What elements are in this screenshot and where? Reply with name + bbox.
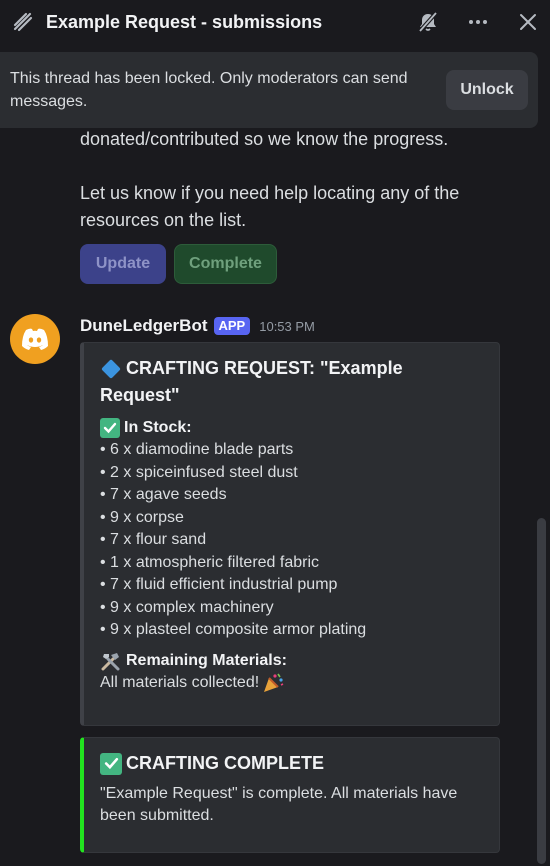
crafting-complete-embed: CRAFTING COMPLETE "Example Request" is c… — [80, 737, 500, 853]
in-stock-list: • 6 x diamodine blade parts • 2 x spicei… — [100, 439, 483, 642]
thread-title: Example Request - submissions — [46, 11, 323, 32]
list-item: • 7 x agave seeds — [100, 486, 227, 503]
list-item: • 9 x corpse — [100, 508, 184, 526]
embed-title: CRAFTING REQUEST: "Example Request" — [100, 355, 483, 409]
crafting-request-embed: CRAFTING REQUEST: "Example Request" In S… — [80, 342, 500, 726]
remaining-materials-label: Remaining Materials: — [126, 651, 287, 669]
party-popper-icon — [261, 672, 285, 694]
previous-message-line: Let us know if you need help locating an… — [80, 183, 460, 230]
embed-description: "Example Request" is complete. All mater… — [100, 785, 458, 824]
embed-title: CRAFTING COMPLETE — [100, 750, 483, 777]
complete-button[interactable]: Complete — [174, 244, 277, 284]
list-item: • 1 x atmospheric filtered fabric — [100, 553, 320, 571]
tools-icon — [100, 651, 122, 671]
avatar[interactable] — [10, 314, 60, 364]
timestamp: 10:53 PM — [259, 318, 315, 334]
remaining-materials-value: All materials collected! — [100, 672, 483, 694]
thread-header: Example Request - submissions — [0, 0, 550, 44]
list-item: • 7 x fluid efficient industrial pump — [100, 576, 338, 593]
in-stock-heading: In Stock: — [100, 417, 483, 439]
more-options-icon[interactable] — [466, 10, 490, 34]
close-icon[interactable] — [516, 10, 540, 34]
message-action-row: Update Complete — [80, 244, 277, 284]
remaining-materials-text: All materials collected! — [100, 673, 260, 691]
list-item: • 7 x flour sand — [100, 531, 207, 548]
previous-message-line: donated/contributed so we know the progr… — [80, 129, 449, 149]
scrollbar[interactable] — [537, 518, 546, 864]
blue-diamond-icon — [101, 359, 121, 380]
locked-banner-text: This thread has been locked. Only modera… — [10, 70, 408, 110]
message-header: DuneLedgerBot APP 10:53 PM — [80, 316, 315, 336]
check-mark-icon — [100, 418, 120, 438]
list-item: • 9 x complex machinery — [100, 598, 274, 616]
locked-thread-banner: This thread has been locked. Only modera… — [0, 52, 538, 128]
list-item: • 9 x plasteel composite armor plating — [100, 621, 367, 638]
update-button[interactable]: Update — [80, 244, 166, 284]
username[interactable]: DuneLedgerBot — [80, 316, 208, 336]
app-badge: APP — [213, 317, 251, 335]
list-item: • 2 x spiceinfused steel dust — [100, 463, 298, 481]
mute-notifications-icon[interactable] — [416, 10, 440, 34]
thread-icon — [10, 9, 36, 35]
list-item: • 6 x diamodine blade parts — [100, 441, 294, 458]
remaining-materials-heading: Remaining Materials: — [100, 650, 483, 672]
unlock-button[interactable]: Unlock — [446, 70, 528, 110]
embed-title-text: CRAFTING COMPLETE — [126, 753, 324, 773]
previous-message-text: donated/contributed so we know the progr… — [80, 126, 500, 261]
in-stock-label: In Stock: — [124, 419, 192, 436]
check-mark-icon — [100, 752, 122, 775]
embed-title-text: CRAFTING REQUEST: "Example Request" — [100, 358, 403, 405]
